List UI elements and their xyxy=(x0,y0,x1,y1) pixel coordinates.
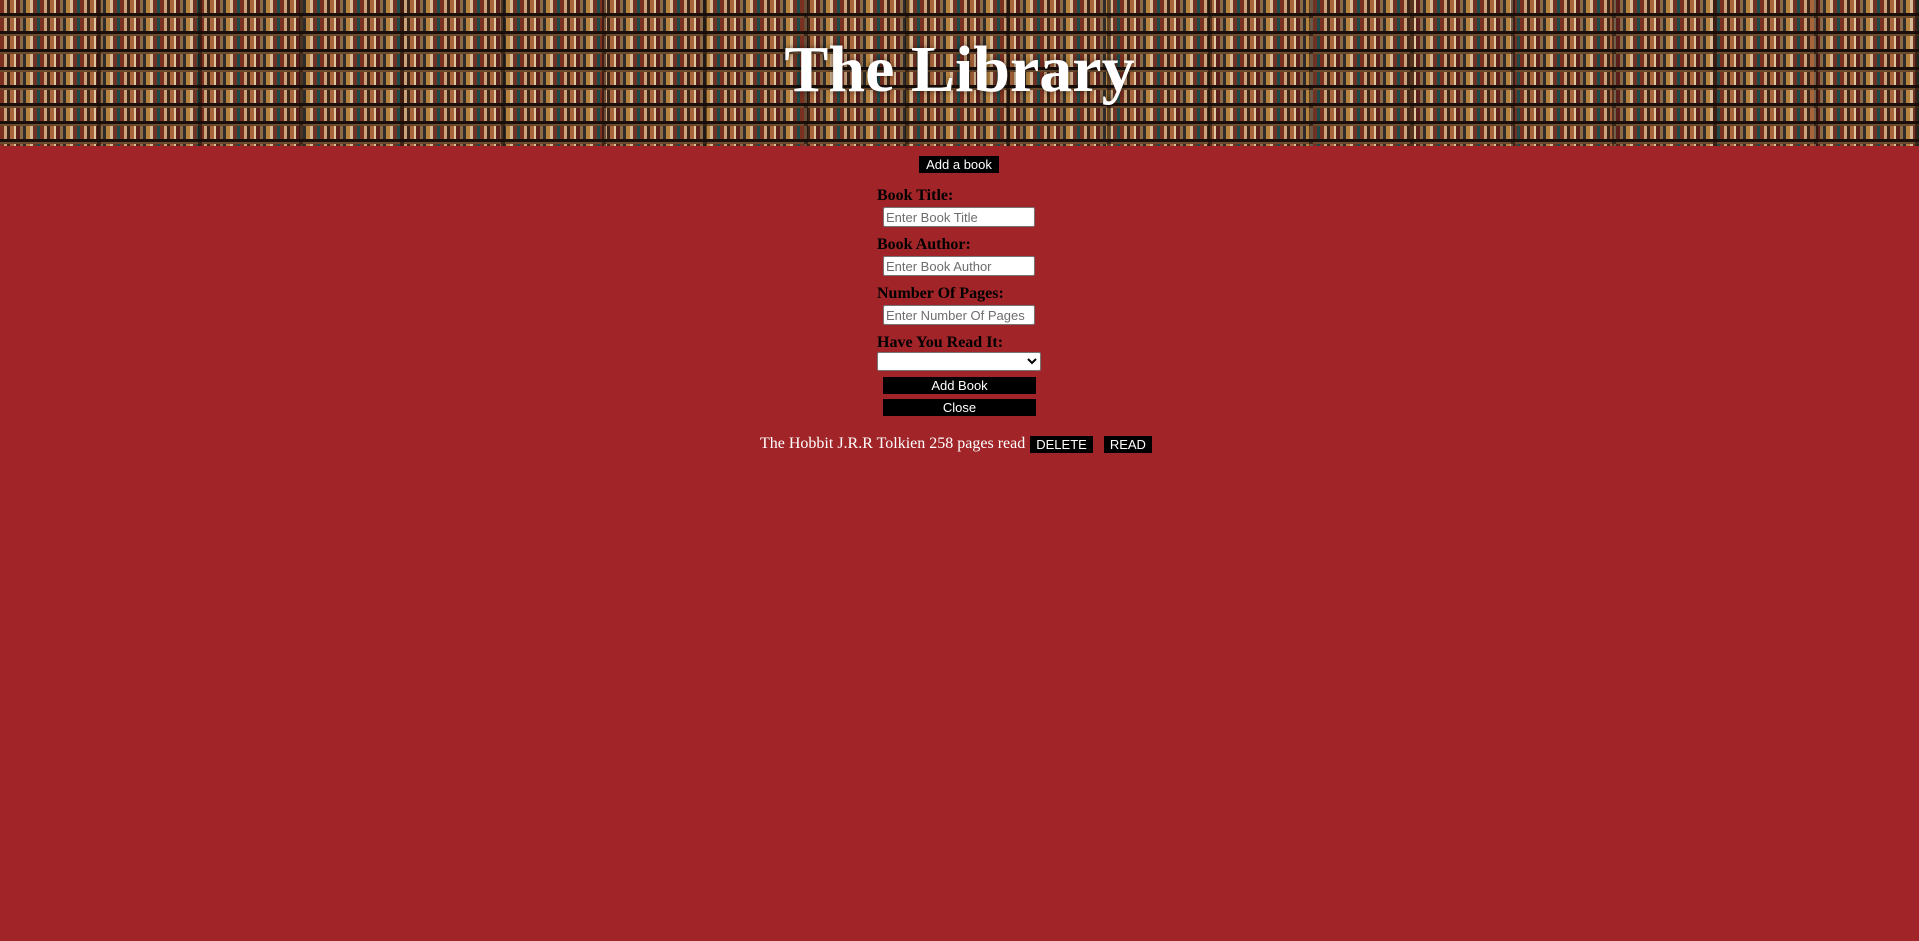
read-status-label: Have You Read It: xyxy=(877,334,1004,351)
number-of-pages-input[interactable] xyxy=(883,305,1035,325)
book-read-status: read xyxy=(997,435,1026,452)
page: The Library Add a book Book Title: Book … xyxy=(0,0,1919,941)
add-book-button[interactable]: Add Book xyxy=(883,377,1036,394)
book-author: J.R.R Tolkien xyxy=(837,435,926,452)
toggle-read-button[interactable]: READ xyxy=(1103,435,1152,453)
read-status-select[interactable] xyxy=(877,352,1041,371)
close-button[interactable]: Close xyxy=(883,399,1036,416)
add-a-book-button[interactable]: Add a book xyxy=(919,156,999,173)
library-header-banner: The Library xyxy=(0,0,1919,146)
book-title-label: Book Title: xyxy=(877,187,954,204)
book-list-item: The Hobbit J.R.R Tolkien 258 pages read … xyxy=(760,434,1152,454)
delete-book-button[interactable]: DELETE xyxy=(1030,435,1093,453)
number-of-pages-label: Number Of Pages: xyxy=(877,285,1004,302)
book-author-input[interactable] xyxy=(883,256,1035,276)
book-author-label: Book Author: xyxy=(877,236,971,253)
book-title: The Hobbit xyxy=(760,435,834,452)
book-title-input[interactable] xyxy=(883,207,1035,227)
book-pages: 258 pages xyxy=(929,435,994,452)
add-book-form: Book Title: Book Author: Number Of Pages… xyxy=(877,186,1047,416)
page-title: The Library xyxy=(784,33,1135,106)
